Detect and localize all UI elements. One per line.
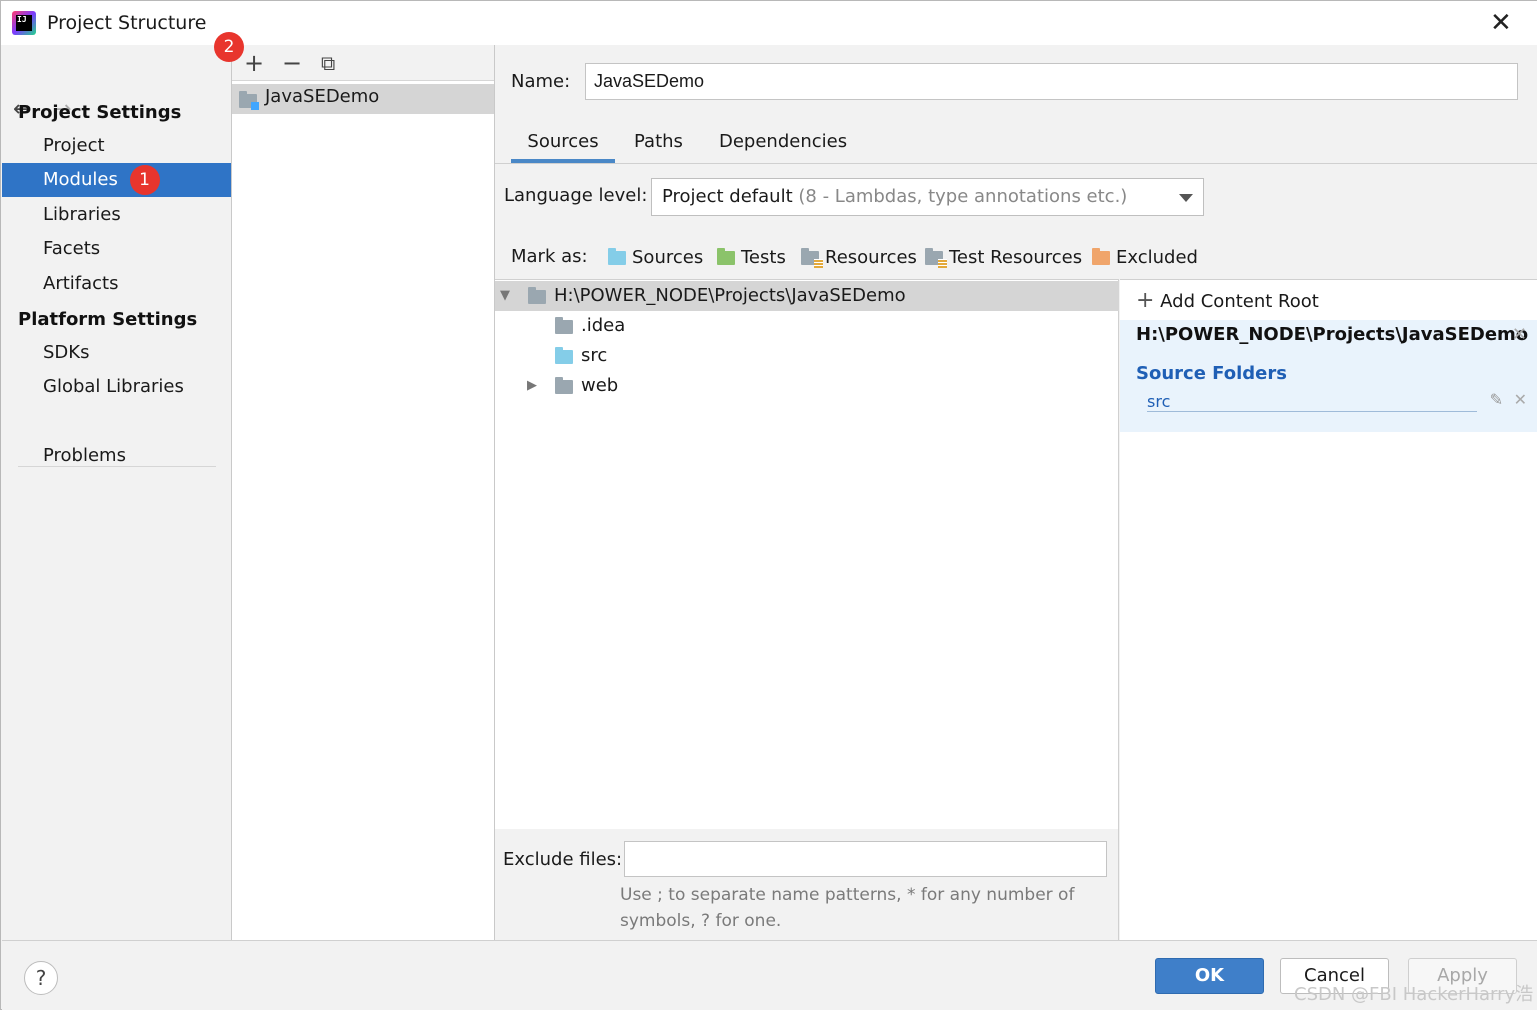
folder-icon [555,377,573,394]
module-settings-panel: Name: Sources Paths Dependencies Languag… [495,45,1537,940]
mark-as-resources-button[interactable]: Resources [801,247,917,268]
content-root-tree: ▼ H:\POWER_NODE\Projects\JavaSEDemo .ide… [495,279,1119,829]
nav-item-facets[interactable]: Facets [2,232,231,266]
source-folders-title: Source Folders [1136,363,1287,384]
tree-row-web[interactable]: ▶ web [495,371,1119,401]
mark-as-sources-button[interactable]: Sources [608,247,703,268]
source-folder-item[interactable]: src [1147,392,1477,412]
collapsed-triangle-icon[interactable]: ▶ [527,371,537,401]
tree-row-idea[interactable]: .idea [495,311,1119,341]
watermark: CSDN @FBI HackerHarry浩 [1294,984,1534,1005]
remove-source-icon[interactable]: ✕ [1514,390,1527,409]
mark-as-label: Mark as: [511,246,588,267]
folder-icon [528,287,546,304]
project-structure-dialog: IJ Project Structure ✕ ← → Project Setti… [0,0,1537,1010]
module-item[interactable]: JavaSEDemo [232,84,494,114]
name-label: Name: [511,71,571,92]
intellij-icon: IJ [12,11,36,35]
folder-icon [555,317,573,334]
tree-root-label: H:\POWER_NODE\Projects\JavaSEDemo [554,285,906,306]
window-title: Project Structure [47,12,207,34]
nav-item-project[interactable]: Project [2,129,231,163]
tab-paths[interactable]: Paths [634,131,683,163]
project-settings-header: Project Settings [18,102,182,123]
tests-folder-icon [717,248,735,265]
module-item-label: JavaSEDemo [265,86,380,107]
annotation-badge-1: 1 [129,165,160,195]
mark-as-tests-button[interactable]: Tests [717,247,786,268]
chevron-down-icon [1179,194,1193,202]
mark-as-resources-label: Resources [825,247,917,268]
content-root-path: H:\POWER_NODE\Projects\JavaSEDemo [1136,324,1529,345]
nav-item-sdks[interactable]: SDKs [2,336,231,370]
help-button[interactable]: ? [24,961,58,995]
add-content-root-label: Add Content Root [1160,291,1319,312]
content-root-entry: H:\POWER_NODE\Projects\JavaSEDemo ✕ Sour… [1120,320,1537,432]
settings-nav: ← → Project Settings Project Modules 1 L… [2,45,231,940]
tree-item-label: .idea [581,315,626,336]
exclude-files-hint: Use ; to separate name patterns, * for a… [620,885,1075,931]
nav-item-artifacts[interactable]: Artifacts [2,267,231,301]
excluded-folder-icon [1092,248,1110,265]
add-icon[interactable]: + [244,49,264,77]
tab-divider [495,163,1537,164]
mark-as-sources-label: Sources [632,247,704,268]
plus-icon: + [1136,288,1155,313]
ok-button[interactable]: OK [1155,958,1264,994]
exclude-files-input[interactable] [624,841,1107,877]
sources-folder-icon [608,248,626,265]
modules-list-panel: 2 + − ⧉ JavaSEDemo [214,32,495,940]
nav-item-global-libraries[interactable]: Global Libraries [2,370,231,404]
language-level-select[interactable]: Project default (8 - Lambdas, type annot… [651,178,1204,216]
language-level-label: Language level: [504,185,648,206]
mark-as-excluded-button[interactable]: Excluded [1092,247,1198,268]
module-folder-icon [239,91,259,110]
test-resources-folder-icon [925,248,947,268]
content-roots-panel: + Add Content Root H:\POWER_NODE\Project… [1120,279,1537,940]
exclude-files-label: Exclude files: [503,849,623,870]
mark-as-test-resources-label: Test Resources [949,247,1083,268]
exclude-files-area: Exclude files: Use ; to separate name pa… [495,829,1119,940]
language-level-value: Project default [662,186,793,207]
nav-item-problems[interactable]: Problems [2,439,231,473]
tree-item-label: web [581,375,619,396]
modules-toolbar: 2 + − ⧉ [214,32,494,81]
tree-row-src[interactable]: src [495,341,1119,371]
nav-item-modules[interactable]: Modules 1 [2,163,231,197]
annotation-badge-2: 2 [214,32,244,62]
mark-as-test-resources-button[interactable]: Test Resources [925,247,1082,268]
platform-settings-header: Platform Settings [18,309,198,330]
tree-row-root[interactable]: ▼ H:\POWER_NODE\Projects\JavaSEDemo [495,281,1119,311]
edit-icon[interactable]: ✎ [1490,390,1503,409]
close-icon[interactable]: ✕ [1490,9,1512,37]
remove-icon[interactable]: − [282,49,302,77]
mark-as-tests-label: Tests [741,247,786,268]
language-level-hint: (8 - Lambdas, type annotations etc.) [798,186,1128,207]
nav-item-modules-label: Modules [43,169,118,190]
tree-item-label: src [581,345,608,366]
dialog-button-bar: ? OK Cancel Apply CSDN @FBI HackerHarry浩 [2,940,1537,1010]
tab-sources[interactable]: Sources [511,131,615,163]
remove-root-icon[interactable]: ✕ [1512,324,1527,345]
source-folder-icon [555,347,573,364]
copy-icon[interactable]: ⧉ [321,49,335,77]
nav-item-libraries[interactable]: Libraries [2,198,231,232]
mark-as-excluded-label: Excluded [1116,247,1198,268]
expanded-triangle-icon[interactable]: ▼ [500,281,510,311]
resources-folder-icon [801,248,823,268]
tab-dependencies[interactable]: Dependencies [719,131,847,163]
module-name-input[interactable] [585,63,1518,100]
add-content-root-button[interactable]: + Add Content Root [1136,288,1319,313]
